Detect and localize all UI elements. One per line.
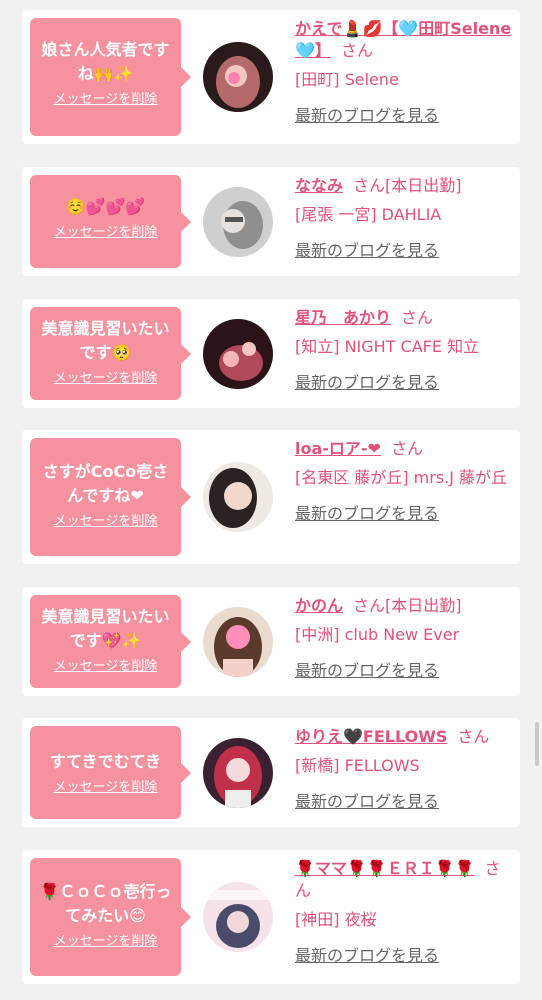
girl-name-link[interactable]: 🌹ママ🌹🌹ＥＲＩ🌹🌹 [295,859,475,878]
honorific: さん [353,176,386,195]
girl-name-link[interactable]: かえで💄💋【🩵田町Selene🩵】 [295,19,511,60]
honorific: さん [353,596,386,615]
shop-text: [中洲] club New Ever [295,625,460,644]
girl-name-link[interactable]: 星乃 あかり [295,308,391,327]
message-bubble: ☺️💕💕💕 メッセージを削除 [30,175,191,268]
girl-info: 星乃 あかり さん [知立] NIGHT CAFE 知立 最新のブログを見る [295,307,513,393]
girl-info: ななみ さん[本日出勤] [尾張 一宮] DAHLIA 最新のブログを見る [295,175,513,261]
delete-message-link[interactable]: メッセージを削除 [30,780,181,796]
girl-info: かのん さん[本日出勤] [中洲] club New Ever 最新のブログを見る [295,595,513,681]
delete-message-link[interactable]: メッセージを削除 [30,934,181,950]
delete-message-link[interactable]: メッセージを削除 [30,659,181,675]
working-today-badge: [本日出勤] [385,596,462,615]
delete-message-link[interactable]: メッセージを削除 [30,371,181,387]
honorific: さん [340,41,373,60]
avatar[interactable] [203,42,273,112]
message-bubble: すてきでむてき メッセージを削除 [30,726,191,819]
shop-text: [知立] NIGHT CAFE 知立 [295,337,480,356]
scrollbar[interactable] [535,722,539,766]
shop-text: [尾張 一宮] DAHLIA [295,205,442,224]
message-text: 美意識見習いたいです🥺 [41,319,170,362]
message-text: 美意識見習いたいです💖✨ [41,607,170,650]
latest-blog-link[interactable]: 最新のブログを見る [295,788,513,812]
message-bubble: 娘さん人気者ですね🙌✨ メッセージを削除 [30,18,191,136]
girl-name-link[interactable]: ゆりえ🖤FELLOWS [295,727,447,746]
message-bubble: さすがCoCo壱さんですね❤ メッセージを削除 [30,438,191,556]
message-text: 娘さん人気者ですね🙌✨ [41,40,170,83]
avatar[interactable] [203,882,273,952]
list-item: すてきでむてき メッセージを削除 ゆりえ🖤FELLOWS さん [新橋] FELL… [22,718,520,827]
avatar[interactable] [203,738,273,808]
list-item: 美意識見習いたいです🥺 メッセージを削除 星乃 あかり さん [知立] NIGHT… [22,299,520,408]
girl-name-link[interactable]: loa-ロア-❤ [295,439,381,458]
honorific: さん [390,439,423,458]
latest-blog-link[interactable]: 最新のブログを見る [295,102,513,126]
avatar[interactable] [203,187,273,257]
message-list: 娘さん人気者ですね🙌✨ メッセージを削除 かえで💄💋【🩵田町Selene🩵】 さん… [0,0,542,1000]
list-item: ☺️💕💕💕 メッセージを削除 ななみ さん[本日出勤] [尾張 一宮] DAHLI… [22,167,520,276]
list-item: 🌹ＣｏＣｏ壱行ってみたい😊 メッセージを削除 🌹ママ🌹🌹ＥＲＩ🌹🌹 さん [神田]… [22,850,520,984]
message-text: すてきでむてき [49,752,162,771]
list-item: さすがCoCo壱さんですね❤ メッセージを削除 loa-ロア-❤ さん [名東区 … [22,430,520,564]
girl-info: loa-ロア-❤ さん [名東区 藤が丘] mrs.J 藤が丘 最新のブログを見る [295,438,513,524]
girl-info: ゆりえ🖤FELLOWS さん [新橋] FELLOWS 最新のブログを見る [295,726,513,812]
message-bubble: 美意識見習いたいです🥺 メッセージを削除 [30,307,191,400]
latest-blog-link[interactable]: 最新のブログを見る [295,657,513,681]
latest-blog-link[interactable]: 最新のブログを見る [295,369,513,393]
shop-text: [名東区 藤が丘] mrs.J 藤が丘 [295,468,508,487]
delete-message-link[interactable]: メッセージを削除 [30,92,181,108]
working-today-badge: [本日出勤] [385,176,462,195]
latest-blog-link[interactable]: 最新のブログを見る [295,237,513,261]
delete-message-link[interactable]: メッセージを削除 [30,225,181,241]
girl-name-link[interactable]: かのん [295,596,343,615]
latest-blog-link[interactable]: 最新のブログを見る [295,942,513,966]
message-bubble: 🌹ＣｏＣｏ壱行ってみたい😊 メッセージを削除 [30,858,191,976]
honorific: さん [457,727,490,746]
latest-blog-link[interactable]: 最新のブログを見る [295,500,513,524]
message-text: ☺️💕💕💕 [65,197,146,216]
list-item: 美意識見習いたいです💖✨ メッセージを削除 かのん さん[本日出勤] [中洲] c… [22,587,520,696]
girl-name-link[interactable]: ななみ [295,176,343,195]
avatar[interactable] [203,607,273,677]
message-bubble: 美意識見習いたいです💖✨ メッセージを削除 [30,595,191,688]
girl-info: 🌹ママ🌹🌹ＥＲＩ🌹🌹 さん [神田] 夜桜 最新のブログを見る [295,858,513,966]
list-item: 娘さん人気者ですね🙌✨ メッセージを削除 かえで💄💋【🩵田町Selene🩵】 さん… [22,10,520,144]
shop-text: [新橋] FELLOWS [295,756,420,775]
avatar[interactable] [203,319,273,389]
delete-message-link[interactable]: メッセージを削除 [30,514,181,530]
shop-text: [田町] Selene [295,70,399,89]
message-text: 🌹ＣｏＣｏ壱行ってみたい😊 [39,882,172,925]
girl-info: かえで💄💋【🩵田町Selene🩵】 さん [田町] Selene 最新のブログを見… [295,18,513,126]
avatar[interactable] [203,462,273,532]
message-text: さすがCoCo壱さんですね❤ [42,462,169,505]
honorific: さん [401,308,434,327]
shop-text: [神田] 夜桜 [295,910,377,929]
